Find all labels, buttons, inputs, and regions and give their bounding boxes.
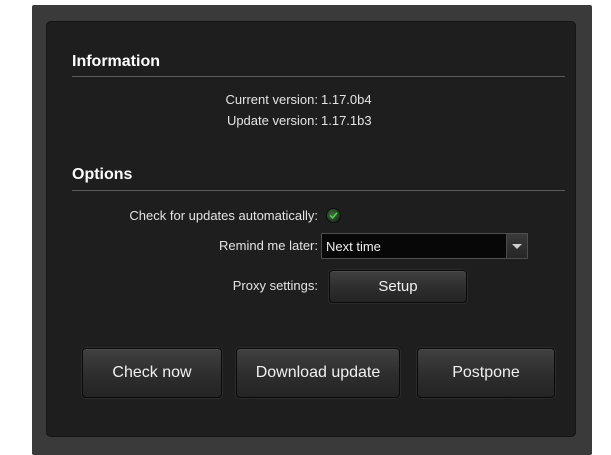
update-panel: Information Current version: 1.17.0b4 Up… [46, 21, 576, 437]
setup-button[interactable]: Setup [329, 270, 467, 303]
information-divider [72, 76, 565, 77]
update-version-value: 1.17.1b3 [321, 113, 372, 128]
stage: Information Current version: 1.17.0b4 Up… [0, 0, 611, 455]
current-version-value: 1.17.0b4 [321, 92, 372, 107]
information-title: Information [72, 53, 160, 70]
check-now-button[interactable]: Check now [82, 348, 222, 398]
download-update-button[interactable]: Download update [236, 348, 400, 398]
options-title: Options [72, 166, 133, 183]
remind-label: Remind me later: [219, 238, 318, 253]
current-version-label: Current version: [225, 92, 318, 107]
proxy-label: Proxy settings: [232, 278, 318, 293]
remind-dropdown[interactable]: Next time [321, 233, 528, 259]
check-icon [329, 212, 338, 219]
chevron-down-icon[interactable] [506, 234, 527, 258]
postpone-button[interactable]: Postpone [417, 348, 555, 398]
update-window: Information Current version: 1.17.0b4 Up… [32, 5, 592, 455]
options-divider [72, 190, 565, 191]
update-version-label: Update version: [226, 113, 318, 128]
auto-check-checkbox[interactable] [327, 209, 340, 222]
remind-selected-value: Next time [326, 239, 381, 254]
auto-check-label: Check for updates automatically: [129, 208, 318, 223]
